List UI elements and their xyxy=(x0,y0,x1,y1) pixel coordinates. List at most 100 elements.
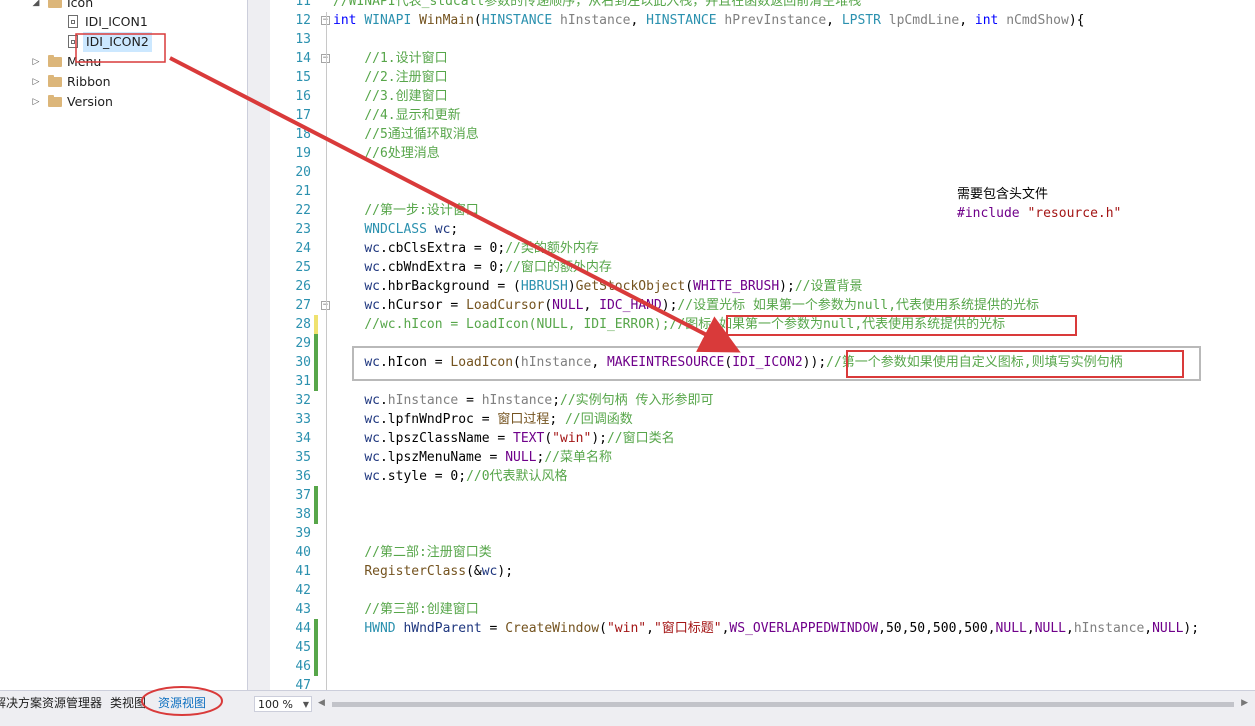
line-number: 17 xyxy=(295,108,311,123)
tree-item-ribbon-folder[interactable]: ▷ Ribbon xyxy=(30,72,230,92)
bottom-bar: 解决方案资源管理器 类视图 资源视图 100 % ▼ ◀ ▶ xyxy=(0,690,1255,726)
code-line[interactable]: wc.lpfnWndProc = 窗口过程; //回调函数 xyxy=(333,410,632,429)
folder-icon xyxy=(48,75,62,87)
line-number: 29 xyxy=(295,336,311,351)
line-number: 44 xyxy=(295,621,311,636)
tab-resource-view[interactable]: 资源视图 xyxy=(158,691,206,715)
tree-item-menu-folder[interactable]: ▷ Menu xyxy=(30,52,230,72)
line-number: 19 xyxy=(295,146,311,161)
zoom-select[interactable]: 100 % ▼ xyxy=(254,696,312,712)
line-number: 33 xyxy=(295,412,311,427)
horizontal-scrollbar[interactable]: ◀ ▶ xyxy=(318,698,1248,710)
scroll-left-icon[interactable]: ◀ xyxy=(318,698,325,708)
code-line[interactable]: //5通过循环取消息 xyxy=(333,125,478,144)
line-number: 37 xyxy=(295,488,311,503)
line-number: 14 xyxy=(295,51,311,66)
change-marker xyxy=(314,505,318,524)
panel-splitter[interactable] xyxy=(248,0,270,690)
code-line[interactable]: //第三部:创建窗口 xyxy=(333,600,478,619)
line-number: 43 xyxy=(295,602,311,617)
line-number: 31 xyxy=(295,374,311,389)
line-number: 38 xyxy=(295,507,311,522)
line-number: 40 xyxy=(295,545,311,560)
line-number: 32 xyxy=(295,393,311,408)
tree-item-idi-icon2[interactable]: IDI_ICON2 xyxy=(66,32,236,52)
code-line[interactable]: int WINAPI WinMain(HINSTANCE hInstance, … xyxy=(333,11,1084,30)
chevron-down-icon[interactable]: ▼ xyxy=(303,697,309,713)
code-line[interactable]: WNDCLASS wc; xyxy=(333,220,458,239)
line-number: 42 xyxy=(295,583,311,598)
line-number: 25 xyxy=(295,260,311,275)
code-line[interactable]: //4.显示和更新 xyxy=(333,106,460,125)
tree-item-label: IDI_ICON2 xyxy=(83,32,152,52)
tree-item-label: IDI_ICON1 xyxy=(85,14,148,29)
scrollbar-thumb[interactable] xyxy=(332,702,1234,707)
tree-item-version-folder[interactable]: ▷ Version xyxy=(30,92,230,112)
code-line[interactable]: //6处理消息 xyxy=(333,144,439,163)
line-number: 28 xyxy=(295,317,311,332)
zoom-value: 100 % xyxy=(258,698,293,711)
code-line[interactable]: //2.注册窗口 xyxy=(333,68,447,87)
code-line[interactable]: wc.cbWndExtra = 0;//窗口的额外内存 xyxy=(333,258,612,277)
code-line[interactable]: wc.style = 0;//0代表默认风格 xyxy=(333,467,567,486)
expand-arrow-icon[interactable]: ▷ xyxy=(30,72,42,92)
line-number: 22 xyxy=(295,203,311,218)
line-number: 41 xyxy=(295,564,311,579)
change-marker xyxy=(314,334,318,353)
folder-icon xyxy=(48,55,62,67)
change-marker xyxy=(314,315,318,334)
line-number: 39 xyxy=(295,526,311,541)
line-number: 34 xyxy=(295,431,311,446)
code-line[interactable]: wc.hInstance = hInstance;//实例句柄 传入形参即可 xyxy=(333,391,713,410)
code-line[interactable]: wc.cbClsExtra = 0;//类的额外内存 xyxy=(333,239,599,258)
line-number: 46 xyxy=(295,659,311,674)
code-line[interactable]: RegisterClass(&wc); xyxy=(333,562,513,581)
code-line[interactable]: //第一步:设计窗口 xyxy=(333,201,478,220)
folder-icon xyxy=(48,0,62,8)
code-line[interactable]: //3.创建窗口 xyxy=(333,87,447,106)
change-marker xyxy=(314,638,318,657)
line-number: 36 xyxy=(295,469,311,484)
scroll-right-icon[interactable]: ▶ xyxy=(1241,698,1248,708)
annotation-note-code: #include "resource.h" xyxy=(957,204,1121,223)
code-line[interactable]: wc.hbrBackground = (HBRUSH)GetStockObjec… xyxy=(333,277,862,296)
change-marker xyxy=(314,657,318,676)
icon-resource-file-icon xyxy=(68,35,78,48)
code-line[interactable]: //第二部:注册窗口类 xyxy=(333,543,491,562)
expand-arrow-icon[interactable]: ▷ xyxy=(30,92,42,112)
tree-item-label: Ribbon xyxy=(67,74,111,89)
line-number: 11 xyxy=(295,0,311,9)
expand-arrow-icon[interactable]: ◢ xyxy=(30,0,42,13)
include-directive: #include xyxy=(957,206,1020,221)
code-line[interactable]: wc.hCursor = LoadCursor(NULL, IDC_HAND);… xyxy=(333,296,1039,315)
code-line[interactable]: //1.设计窗口 xyxy=(333,49,447,68)
change-marker xyxy=(314,353,318,372)
line-number: 13 xyxy=(295,32,311,47)
tab-solution-explorer[interactable]: 解决方案资源管理器 xyxy=(0,691,102,715)
code-line[interactable]: //WINAPI代表_stdcall参数的传递顺序，从右到左以此入栈，并且在函数… xyxy=(333,0,861,11)
change-marker xyxy=(314,372,318,391)
code-line[interactable]: wc.lpszClassName = TEXT("win");//窗口类名 xyxy=(333,429,674,448)
line-number: 47 xyxy=(295,678,311,690)
fold-guide xyxy=(326,12,327,690)
line-number: 18 xyxy=(295,127,311,142)
code-editor[interactable]: 1112−1314−15161718192021222324252627−282… xyxy=(271,0,1255,690)
change-marker xyxy=(314,619,318,638)
expand-arrow-icon[interactable]: ▷ xyxy=(30,52,42,72)
line-number: 21 xyxy=(295,184,311,199)
code-line[interactable]: HWND hWndParent = CreateWindow("win","窗口… xyxy=(333,619,1199,638)
line-number: 15 xyxy=(295,70,311,85)
line-number-gutter: 1112−1314−15161718192021222324252627−282… xyxy=(271,0,330,690)
icon-resource-file-icon xyxy=(68,15,78,28)
line-number: 12 xyxy=(295,13,311,28)
highlight-box-null-comment xyxy=(726,315,1077,336)
tree-item-idi-icon1[interactable]: IDI_ICON1 xyxy=(66,12,236,32)
annotation-note-title: 需要包含头文件 xyxy=(957,187,1049,202)
code-line[interactable]: wc.lpszMenuName = NULL;//菜单名称 xyxy=(333,448,612,467)
line-number: 26 xyxy=(295,279,311,294)
highlight-box-instance-comment xyxy=(846,350,1184,378)
include-file: "resource.h" xyxy=(1027,206,1122,221)
line-number: 24 xyxy=(295,241,311,256)
line-number: 45 xyxy=(295,640,311,655)
tab-class-view[interactable]: 类视图 xyxy=(110,691,146,715)
